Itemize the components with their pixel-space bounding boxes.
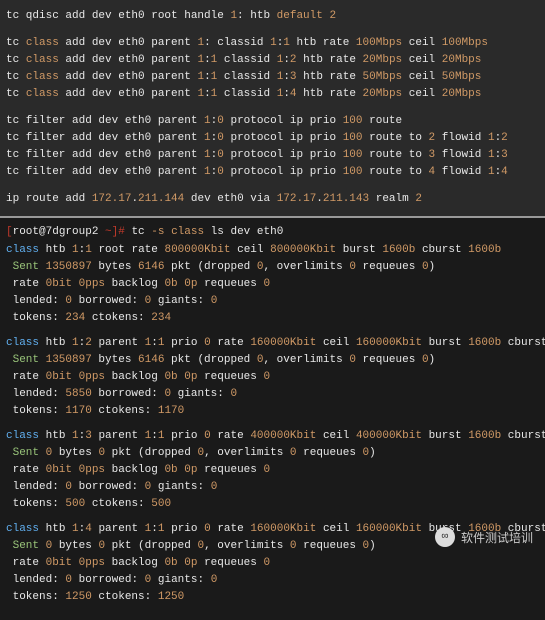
- watermark-text: 软件测试培训: [461, 529, 533, 546]
- output-line: lended: 5850 borrowed: 0 giants: 0: [6, 386, 539, 403]
- cmd-line: tc class add dev eth0 parent 1:1 classid…: [6, 52, 539, 69]
- cmd-line: tc class add dev eth0 parent 1:1 classid…: [6, 69, 539, 86]
- output-line: Sent 0 bytes 0 pkt (dropped 0, overlimit…: [6, 445, 539, 462]
- output-line: rate 0bit 0pps backlog 0b 0p requeues 0: [6, 369, 539, 386]
- output-line: tokens: 500 ctokens: 500: [6, 496, 539, 513]
- output-line: rate 0bit 0pps backlog 0b 0p requeues 0: [6, 555, 539, 572]
- cmd-line: tc qdisc add dev eth0 root handle 1: htb…: [6, 8, 539, 25]
- output-line: tokens: 1170 ctokens: 1170: [6, 403, 539, 420]
- output-line: class htb 1:2 parent 1:1 prio 0 rate 160…: [6, 335, 539, 352]
- cmd-line: tc filter add dev eth0 parent 1:0 protoc…: [6, 147, 539, 164]
- output-line: lended: 0 borrowed: 0 giants: 0: [6, 293, 539, 310]
- shell-prompt: [root@7dgroup2 ~]# tc -s class ls dev et…: [6, 224, 539, 241]
- output-line: rate 0bit 0pps backlog 0b 0p requeues 0: [6, 462, 539, 479]
- output-line: lended: 0 borrowed: 0 giants: 0: [6, 572, 539, 589]
- cmd-line: tc filter add dev eth0 parent 1:0 protoc…: [6, 113, 539, 130]
- cmd-line: tc class add dev eth0 parent 1: classid …: [6, 35, 539, 52]
- cmd-line: tc filter add dev eth0 parent 1:0 protoc…: [6, 164, 539, 181]
- output-line: Sent 1350897 bytes 6146 pkt (dropped 0, …: [6, 259, 539, 276]
- output-line: tokens: 234 ctokens: 234: [6, 310, 539, 327]
- output-line: Sent 1350897 bytes 6146 pkt (dropped 0, …: [6, 352, 539, 369]
- commands-panel: tc qdisc add dev eth0 root handle 1: htb…: [0, 0, 545, 218]
- cmd-line: tc class add dev eth0 parent 1:1 classid…: [6, 86, 539, 103]
- wechat-icon: ∞: [435, 527, 455, 547]
- output-line: class htb 1:1 root rate 800000Kbit ceil …: [6, 242, 539, 259]
- cmd-line: tc filter add dev eth0 parent 1:0 protoc…: [6, 130, 539, 147]
- output-line: tokens: 1250 ctokens: 1250: [6, 589, 539, 606]
- output-line: rate 0bit 0pps backlog 0b 0p requeues 0: [6, 276, 539, 293]
- output-panel: [root@7dgroup2 ~]# tc -s class ls dev et…: [0, 218, 545, 620]
- watermark: ∞ 软件测试培训: [435, 527, 533, 547]
- output-line: class htb 1:3 parent 1:1 prio 0 rate 400…: [6, 428, 539, 445]
- cmd-line: ip route add 172.17.211.144 dev eth0 via…: [6, 191, 539, 208]
- output-line: lended: 0 borrowed: 0 giants: 0: [6, 479, 539, 496]
